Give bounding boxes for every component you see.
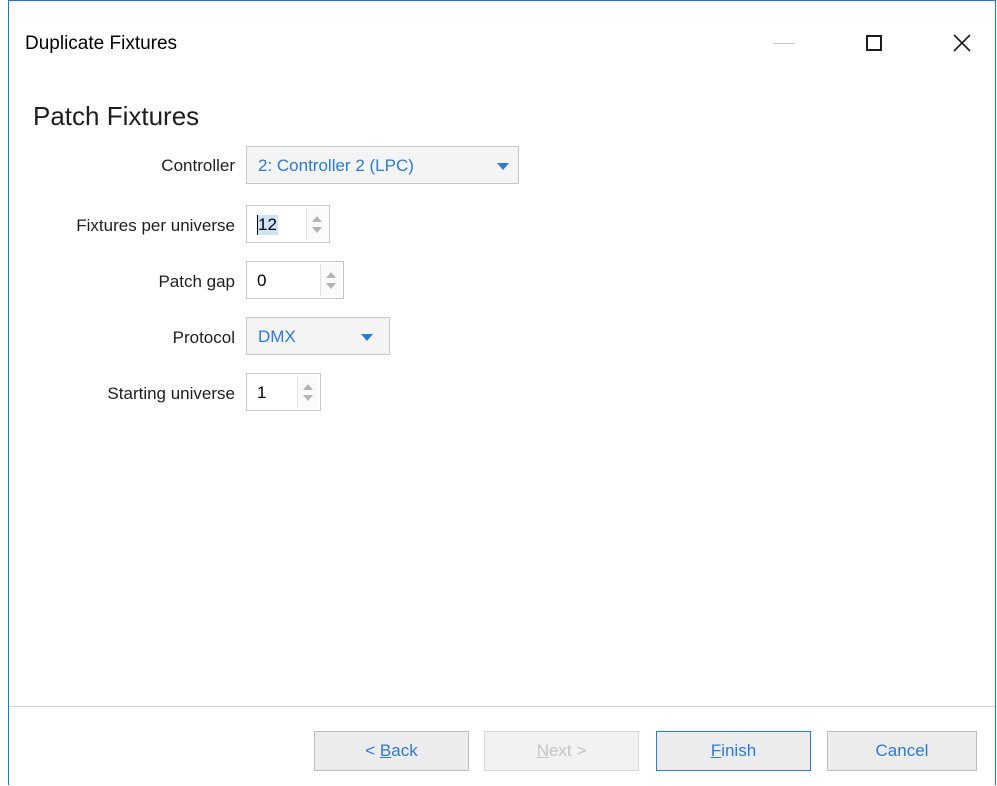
starting-universe-label: Starting universe	[107, 384, 235, 403]
close-icon	[953, 34, 971, 52]
decrement-icon[interactable]	[326, 283, 336, 289]
patch-gap-value: 0	[257, 271, 267, 290]
increment-icon[interactable]	[312, 216, 322, 222]
decrement-icon[interactable]	[312, 227, 322, 233]
finish-rest: inish	[721, 741, 757, 760]
fixtures-per-universe-label: Fixtures per universe	[76, 216, 235, 235]
starting-universe-value: 1	[257, 383, 267, 402]
chevron-down-icon	[361, 334, 373, 341]
spin-buttons[interactable]	[306, 208, 327, 240]
next-rest: ext >	[548, 741, 587, 760]
dialog-window: Duplicate Fixtures Patch Fixtures Contro…	[8, 0, 996, 785]
starting-universe-stepper[interactable]: 1	[246, 373, 321, 411]
back-rest: ack	[391, 741, 418, 760]
controller-value: 2: Controller 2 (LPC)	[258, 156, 414, 175]
fixtures-per-universe-stepper[interactable]: 12	[246, 205, 330, 243]
chevron-down-icon	[497, 163, 509, 170]
next-mnemonic: N	[536, 741, 549, 760]
controller-label: Controller	[161, 156, 235, 175]
increment-icon[interactable]	[326, 272, 336, 278]
protocol-value: DMX	[258, 327, 296, 346]
spin-buttons[interactable]	[320, 264, 341, 296]
increment-icon[interactable]	[303, 384, 313, 390]
maximize-button[interactable]	[851, 23, 897, 63]
next-button[interactable]: Next >	[484, 731, 639, 771]
text-caret	[257, 215, 258, 235]
protocol-label: Protocol	[172, 328, 235, 347]
finish-mnemonic: F	[710, 741, 722, 760]
controller-dropdown[interactable]: 2: Controller 2 (LPC)	[246, 146, 519, 184]
page-heading: Patch Fixtures	[33, 101, 200, 131]
back-button[interactable]: < Back	[314, 731, 469, 771]
window-title: Duplicate Fixtures	[25, 33, 178, 54]
fixtures-per-universe-value: 12	[257, 215, 278, 235]
spin-buttons[interactable]	[297, 376, 318, 408]
minimize-button[interactable]	[761, 23, 807, 63]
back-mnemonic: B	[379, 741, 392, 760]
close-button[interactable]	[939, 23, 985, 63]
title-bar: Duplicate Fixtures	[9, 1, 995, 87]
finish-button[interactable]: Finish	[656, 731, 811, 771]
footer-divider	[9, 706, 995, 707]
maximize-icon	[866, 35, 882, 51]
patch-gap-stepper[interactable]: 0	[246, 261, 344, 299]
decrement-icon[interactable]	[303, 395, 313, 401]
minimize-icon	[774, 42, 794, 44]
patch-gap-label: Patch gap	[158, 272, 235, 291]
back-prefix: <	[365, 741, 380, 760]
cancel-button[interactable]: Cancel	[827, 731, 977, 771]
protocol-dropdown[interactable]: DMX	[246, 317, 390, 355]
